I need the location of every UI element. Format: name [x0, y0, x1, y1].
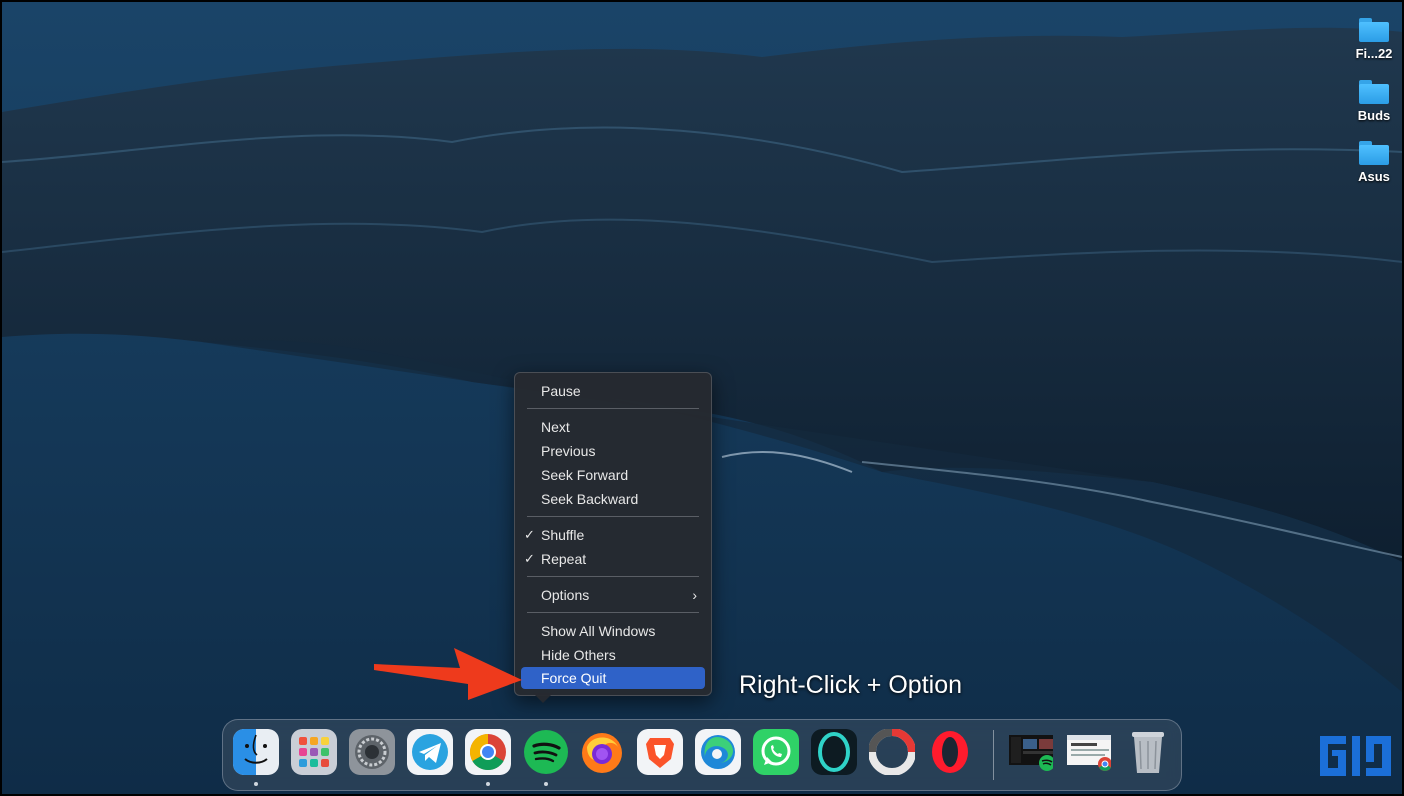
checkmark-icon: ✓ [524, 551, 535, 566]
menu-separator [527, 612, 699, 613]
menu-item-options[interactable]: Options › [521, 584, 705, 606]
whatsapp-icon [753, 729, 799, 775]
menu-item-label: Hide Others [541, 647, 616, 663]
menu-item-show-all-windows[interactable]: Show All Windows [521, 620, 705, 642]
dock-item-chrome[interactable] [465, 729, 511, 775]
dock-item-launchpad[interactable] [291, 729, 337, 775]
folder-icon [1359, 80, 1389, 104]
spotify-window-thumbnail-icon [1009, 735, 1053, 771]
spotify-dock-context-menu: Pause Next Previous Seek Forward Seek Ba… [514, 372, 712, 696]
menu-item-force-quit[interactable]: Force Quit [521, 667, 705, 689]
desktop-folder-fi22[interactable]: Fi...22 [1344, 18, 1402, 61]
menu-item-hide-others[interactable]: Hide Others [521, 644, 705, 666]
telegram-icon [407, 729, 453, 775]
dock-item-brave[interactable] [637, 729, 683, 775]
menu-item-label: Shuffle [541, 527, 585, 543]
dock-item-finder[interactable] [233, 729, 279, 775]
edge-icon [695, 729, 741, 775]
desktop-folder-label: Asus [1358, 169, 1390, 184]
trash-icon [1132, 732, 1164, 773]
brand-logo-icon [1320, 736, 1391, 776]
annotation-caption: Right-Click + Option [739, 671, 962, 699]
menu-item-seek-backward[interactable]: Seek Backward [521, 488, 705, 510]
menu-item-seek-forward[interactable]: Seek Forward [521, 464, 705, 486]
menu-separator [527, 408, 699, 409]
chrome-window-thumbnail-icon [1067, 735, 1111, 771]
menu-item-pause[interactable]: Pause [521, 380, 705, 402]
dock-separator [993, 730, 994, 780]
launchpad-icon [291, 729, 337, 775]
menu-item-repeat[interactable]: ✓ Repeat [521, 548, 705, 570]
desktop-folder-buds[interactable]: Buds [1344, 80, 1402, 123]
system-preferences-icon [349, 729, 395, 775]
chrome-icon [465, 729, 511, 775]
menu-separator [527, 516, 699, 517]
dock [222, 719, 1182, 791]
dock-item-opera-gx[interactable] [811, 729, 857, 775]
firefox-icon [582, 733, 622, 773]
desktop-folder-label: Buds [1357, 108, 1391, 123]
chevron-right-icon: › [692, 587, 697, 603]
menu-item-label: Show All Windows [541, 623, 656, 639]
dock-item-edge[interactable] [695, 729, 741, 775]
annotation-arrow-icon [374, 648, 522, 700]
menu-item-next[interactable]: Next [521, 416, 705, 438]
dock-item-opera[interactable] [927, 729, 973, 775]
screen-recorder-icon [869, 729, 915, 775]
brave-icon [637, 729, 683, 775]
folder-icon [1359, 18, 1389, 42]
dock-item-chrome-window[interactable] [1065, 729, 1111, 775]
menu-separator [527, 576, 699, 577]
menu-pointer [533, 693, 553, 703]
finder-icon [233, 729, 279, 775]
dock-item-screen-recorder[interactable] [869, 729, 915, 775]
dock-item-whatsapp[interactable] [753, 729, 799, 775]
menu-item-shuffle[interactable]: ✓ Shuffle [521, 524, 705, 546]
checkmark-icon: ✓ [524, 527, 535, 542]
dock-item-system-preferences[interactable] [349, 729, 395, 775]
menu-item-label: Seek Forward [541, 467, 629, 483]
folder-icon [1359, 141, 1389, 165]
running-indicator [544, 782, 548, 786]
dock-item-spotify[interactable] [523, 729, 569, 775]
menu-item-label: Seek Backward [541, 491, 639, 507]
menu-item-label: Previous [541, 443, 596, 459]
running-indicator [254, 782, 258, 786]
opera-gx-icon [811, 729, 857, 775]
dock-item-firefox[interactable] [579, 729, 625, 775]
menu-item-label: Next [541, 419, 570, 435]
dock-item-spotify-window[interactable] [1007, 729, 1053, 775]
desktop-folder-label: Fi...22 [1355, 46, 1393, 61]
menu-item-label: Pause [541, 383, 581, 399]
dock-item-telegram[interactable] [407, 729, 453, 775]
spotify-icon [524, 730, 568, 774]
running-indicator [486, 782, 490, 786]
menu-item-label: Options [541, 587, 590, 603]
menu-item-previous[interactable]: Previous [521, 440, 705, 462]
menu-item-label: Repeat [541, 551, 587, 567]
menu-item-label: Force Quit [541, 670, 607, 686]
dock-item-trash[interactable] [1125, 729, 1171, 775]
desktop-folder-asus[interactable]: Asus [1344, 141, 1402, 184]
opera-icon [932, 731, 968, 773]
